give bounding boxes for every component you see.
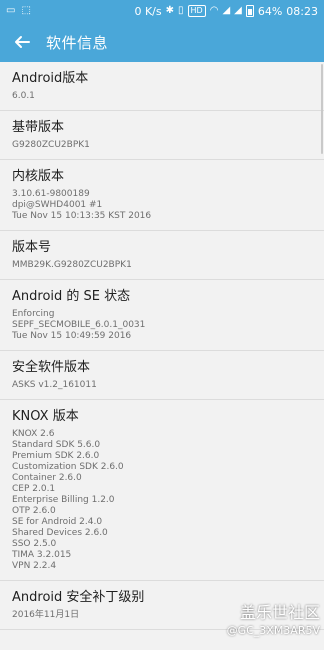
status-left: ▭ ⬚ xyxy=(6,6,31,16)
value-line: Shared Devices 2.6.0 xyxy=(12,528,108,538)
value-line: CEP 2.0.1 xyxy=(12,484,56,494)
software-info-list: Android版本 6.0.1 基带版本 G9280ZCU2BPK1 内核版本 … xyxy=(0,62,324,630)
value-line: Standard SDK 5.6.0 xyxy=(12,440,101,450)
value-line: TIMA 3.2.015 xyxy=(12,550,72,560)
scrollbar[interactable] xyxy=(321,64,323,154)
item-kernel-version[interactable]: 内核版本 3.10.61-9800189 dpi@SWHD4001 #1 Tue… xyxy=(0,160,324,231)
notification-icon-2: ⬚ xyxy=(21,5,31,16)
watermark: 盖乐世社区 @GC_3XM3AR5V xyxy=(227,604,320,638)
value-line: Tue Nov 15 10:13:35 KST 2016 xyxy=(12,211,152,221)
value-line: SE for Android 2.4.0 xyxy=(12,517,103,527)
page-title: 软件信息 xyxy=(46,33,109,52)
item-title: KNOX 版本 xyxy=(12,409,79,424)
item-title: 版本号 xyxy=(12,240,52,255)
item-build-number[interactable]: 版本号 MMB29K.G9280ZCU2BPK1 xyxy=(0,231,324,280)
item-value: KNOX 2.6 Standard SDK 5.6.0 Premium SDK … xyxy=(12,429,312,572)
item-title: 基带版本 xyxy=(12,120,65,135)
item-value: 3.10.61-9800189 dpi@SWHD4001 #1 Tue Nov … xyxy=(12,189,312,222)
item-security-software-version[interactable]: 安全软件版本 ASKS v1.2_161011 xyxy=(0,351,324,400)
value-line: SEPF_SECMOBILE_6.0.1_0031 xyxy=(12,320,146,330)
item-value: ASKS v1.2_161011 xyxy=(12,380,97,390)
value-line: SSO 2.5.0 xyxy=(12,539,57,549)
value-line: KNOX 2.6 xyxy=(12,429,55,439)
battery-percent: 64% xyxy=(257,4,283,18)
item-value: Enforcing SEPF_SECMOBILE_6.0.1_0031 Tue … xyxy=(12,309,312,342)
status-right: 0 K/s ✱ ▯ HD ◠ ◢ ◢ 64% 08:23 xyxy=(134,5,318,18)
item-value: MMB29K.G9280ZCU2BPK1 xyxy=(12,260,132,270)
wifi-icon: ◠ xyxy=(209,5,219,16)
value-line: OTP 2.6.0 xyxy=(12,506,56,516)
back-button[interactable] xyxy=(10,30,34,54)
back-arrow-icon xyxy=(15,36,30,48)
value-line: VPN 2.2.4 xyxy=(12,561,57,571)
item-value: G9280ZCU2BPK1 xyxy=(12,140,90,150)
value-line: 3.10.61-9800189 xyxy=(12,189,90,199)
value-line: Premium SDK 2.6.0 xyxy=(12,451,100,461)
item-android-version[interactable]: Android版本 6.0.1 xyxy=(0,62,324,111)
item-title: 内核版本 xyxy=(12,169,65,184)
notification-icon: ▭ xyxy=(6,5,16,16)
vibrate-icon: ▯ xyxy=(178,5,184,16)
value-line: Enforcing xyxy=(12,309,55,319)
value-line: dpi@SWHD4001 #1 xyxy=(12,200,103,210)
status-bar: ▭ ⬚ 0 K/s ✱ ▯ HD ◠ ◢ ◢ 64% 08:23 xyxy=(0,0,324,22)
watermark-site: 盖乐世社区 xyxy=(239,603,320,622)
network-speed: 0 K/s xyxy=(134,4,162,18)
signal-icon: ◢ xyxy=(222,5,231,16)
signal-icon-2: ◢ xyxy=(234,5,242,16)
battery-icon xyxy=(245,5,254,17)
value-line: Enterprise Billing 1.2.0 xyxy=(12,495,115,505)
bluetooth-icon: ✱ xyxy=(165,5,174,16)
item-baseband-version[interactable]: 基带版本 G9280ZCU2BPK1 xyxy=(0,111,324,160)
value-line: Tue Nov 15 10:49:59 2016 xyxy=(12,331,132,341)
value-line: Customization SDK 2.6.0 xyxy=(12,462,124,472)
item-title: 安全软件版本 xyxy=(12,360,91,375)
app-bar: 软件信息 xyxy=(0,22,324,62)
item-title: Android版本 xyxy=(12,71,89,86)
item-knox-version[interactable]: KNOX 版本 KNOX 2.6 Standard SDK 5.6.0 Prem… xyxy=(0,400,324,581)
hd-badge: HD xyxy=(187,5,206,17)
item-title: Android 的 SE 状态 xyxy=(12,289,131,304)
clock: 08:23 xyxy=(286,4,318,18)
watermark-user: @GC_3XM3AR5V xyxy=(226,624,320,637)
value-line: Container 2.6.0 xyxy=(12,473,82,483)
item-se-status[interactable]: Android 的 SE 状态 Enforcing SEPF_SECMOBILE… xyxy=(0,280,324,351)
item-value: 6.0.1 xyxy=(12,91,35,101)
